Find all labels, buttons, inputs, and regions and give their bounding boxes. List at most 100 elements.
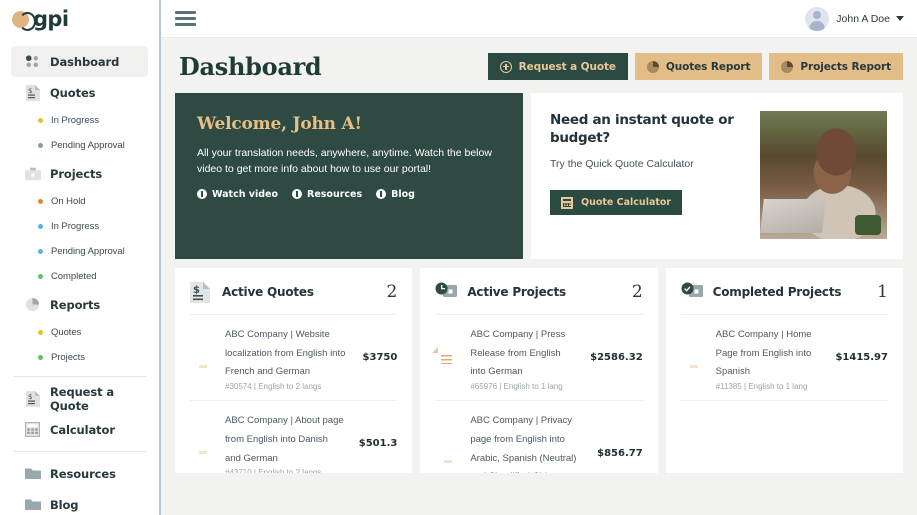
info-icon — [197, 189, 207, 199]
list-item[interactable]: ABC Company | Press Release from English… — [435, 315, 642, 401]
logo-text: gpi — [33, 9, 68, 30]
sidebar-item-label: Blog — [50, 498, 78, 512]
hamburger-bar — [175, 17, 196, 20]
pie-chart-icon — [647, 61, 659, 73]
monitor-icon — [681, 347, 707, 369]
completed-projects-card: Completed Projects 1 ABC Company | Home … — [666, 268, 903, 473]
card-header: $ Active Quotes 2 — [190, 282, 397, 315]
card-title: Active Projects — [467, 285, 632, 299]
sidebar-item-label: Projects — [50, 167, 102, 181]
monitor-icon — [190, 433, 216, 455]
welcome-banner: Welcome, John A! All your translation ne… — [175, 93, 523, 259]
quotes-report-button[interactable]: Quotes Report — [635, 53, 763, 80]
sidebar-subitem-projects-completed[interactable]: Completed — [0, 264, 159, 289]
blog-link[interactable]: Blog — [376, 189, 415, 200]
item-price: $3750 — [363, 352, 398, 363]
hamburger-bar — [175, 23, 196, 26]
info-icon — [292, 189, 302, 199]
sidebar-item-label: Reports — [50, 298, 100, 312]
quote-calculator-button[interactable]: Quote Calculator — [550, 190, 682, 215]
svg-text:$: $ — [193, 285, 200, 296]
hamburger-icon[interactable] — [175, 8, 196, 30]
calculator-icon — [561, 197, 573, 209]
welcome-title: Welcome, John A! — [197, 114, 501, 134]
pie-chart-icon — [24, 296, 41, 313]
folder-icon — [24, 465, 41, 482]
status-dot — [38, 143, 43, 148]
list-item[interactable]: ABC Company | Privacy page from English … — [435, 401, 642, 473]
sidebar-item-request-a-quote[interactable]: $ Request a Quote — [11, 383, 148, 414]
sidebar-subitem-quotes-pending-approval[interactable]: Pending Approval — [0, 133, 159, 158]
item-body: ABC Company | Home Page from English int… — [716, 324, 821, 391]
link-label: Blog — [391, 189, 415, 200]
sidebar-subitem-label: Quotes — [51, 327, 81, 338]
sidebar-item-projects[interactable]: Projects — [11, 158, 148, 189]
list-item[interactable]: ABC Company | Website localization from … — [190, 315, 397, 401]
grid-icon — [24, 53, 41, 70]
monitor-icon — [190, 347, 216, 369]
sidebar-item-label: Calculator — [50, 423, 115, 437]
logo-wrap: gpi — [0, 0, 159, 38]
quote-calculator-card: Need an instant quote or budget? Try the… — [531, 93, 903, 259]
list-item[interactable]: ABC Company | Home Page from English int… — [681, 315, 888, 401]
plus-circle-icon — [500, 61, 512, 73]
active-quotes-card: $ Active Quotes 2 ABC Company | Website … — [175, 268, 412, 473]
sidebar-nav: Dashboard $ Quotes In Progress — [0, 38, 159, 515]
user-menu[interactable]: John A Doe — [805, 7, 904, 31]
sidebar-item-calculator[interactable]: Calculator — [11, 414, 148, 445]
status-dot — [38, 118, 43, 123]
main-area: John A Doe Dashboard Request a Quote Quo… — [161, 0, 917, 515]
sidebar-subitem-quotes-in-progress[interactable]: In Progress — [0, 108, 159, 133]
pie-chart-icon — [781, 61, 793, 73]
card-header: Active Projects 2 — [435, 282, 642, 315]
sidebar-item-blog[interactable]: Blog — [11, 489, 148, 515]
quote-calculator-title: Need an instant quote or budget? — [550, 111, 746, 147]
monitor-icon — [435, 442, 461, 464]
sidebar-item-reports[interactable]: Reports — [11, 289, 148, 320]
sidebar-subitem-projects-pending-approval[interactable]: Pending Approval — [0, 239, 159, 264]
briefcase-clock-icon — [435, 282, 457, 302]
status-dot — [38, 274, 43, 279]
list-item[interactable]: ABC Company | About page from English in… — [190, 401, 397, 473]
card-title: Completed Projects — [713, 285, 878, 299]
sidebar-divider — [13, 451, 146, 452]
sidebar-subitem-label: On Hold — [51, 196, 86, 207]
link-label: Resources — [307, 189, 362, 200]
sidebar-item-resources[interactable]: Resources — [11, 458, 148, 489]
welcome-links: Watch video Resources Blog — [197, 189, 501, 200]
sidebar-item-dashboard[interactable]: Dashboard — [11, 46, 148, 77]
status-dot — [38, 249, 43, 254]
summary-cards-row: $ Active Quotes 2 ABC Company | Website … — [175, 268, 903, 473]
sidebar-subitem-label: In Progress — [51, 115, 99, 126]
watch-video-link[interactable]: Watch video — [197, 189, 278, 200]
item-meta: #65976 | English to 1 lang — [470, 382, 575, 391]
button-label: Quote Calculator — [581, 197, 671, 208]
quote-document-icon: $ — [24, 390, 41, 407]
avatar — [805, 7, 829, 31]
button-label: Quotes Report — [666, 61, 751, 73]
sidebar-item-quotes[interactable]: $ Quotes — [11, 77, 148, 108]
projects-report-button[interactable]: Projects Report — [769, 53, 903, 80]
sidebar-subitem-reports-projects[interactable]: Projects — [0, 345, 159, 370]
status-dot — [38, 224, 43, 229]
sidebar-item-label: Quotes — [50, 86, 95, 100]
gpi-logo[interactable]: gpi — [12, 9, 68, 30]
sidebar-subitem-projects-in-progress[interactable]: In Progress — [0, 214, 159, 239]
hero-row: Welcome, John A! All your translation ne… — [175, 93, 903, 259]
item-body: ABC Company | Press Release from English… — [470, 324, 575, 391]
page-title: Dashboard — [179, 52, 321, 81]
item-name: ABC Company | Website localization from … — [225, 329, 345, 377]
status-dot — [38, 355, 43, 360]
briefcase-check-icon — [681, 282, 703, 302]
folder-icon — [24, 496, 41, 513]
sidebar-subitem-projects-on-hold[interactable]: On Hold — [0, 189, 159, 214]
topbar: John A Doe — [161, 0, 917, 38]
quote-document-icon: $ — [24, 84, 41, 101]
sidebar-subitem-label: Pending Approval — [51, 246, 125, 257]
item-price: $2586.32 — [590, 352, 643, 363]
sidebar-subitem-reports-quotes[interactable]: Quotes — [0, 320, 159, 345]
resources-link[interactable]: Resources — [292, 189, 362, 200]
briefcase-icon — [24, 165, 41, 182]
request-a-quote-button[interactable]: Request a Quote — [488, 53, 628, 80]
svg-text:$: $ — [28, 393, 32, 401]
